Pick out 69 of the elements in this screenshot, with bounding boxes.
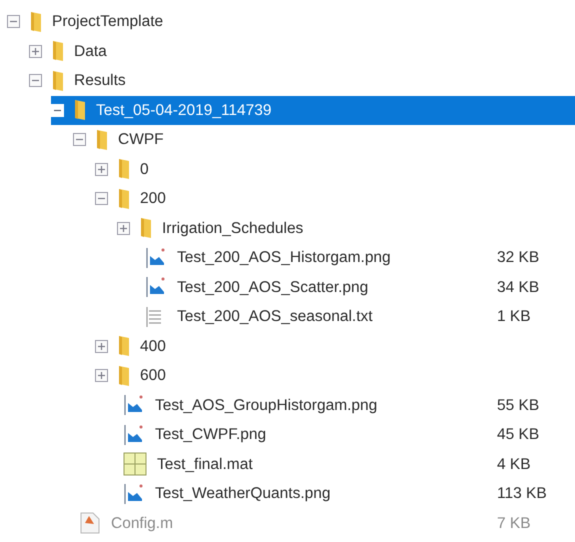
folder-icon: [74, 99, 86, 122]
tree-row[interactable]: Test_WeatherQuants.png 113 KB: [123, 479, 575, 508]
item-name: 600: [140, 366, 166, 386]
file-size: 34 KB: [497, 278, 540, 298]
item-name: ProjectTemplate: [52, 12, 164, 32]
item-name: 200: [140, 189, 166, 210]
item-name: Data: [74, 42, 107, 62]
tree-row[interactable]: Test_AOS_GroupHistorgam.png 55 KB: [123, 390, 575, 420]
tree-row[interactable]: Data: [29, 36, 575, 66]
item-name: 400: [140, 336, 166, 357]
tree-row[interactable]: 200: [95, 184, 575, 214]
image-file-icon: [123, 424, 145, 446]
folder-icon: [118, 158, 130, 180]
file-size: 45 KB: [497, 425, 540, 446]
folder-icon: [52, 40, 64, 62]
file-size: 113 KB: [497, 484, 548, 504]
folder-icon: [118, 364, 130, 387]
expand-icon[interactable]: [29, 44, 42, 58]
tree-row[interactable]: Test_200_AOS_Scatter.png 34 KB: [145, 272, 575, 302]
file-size: 32 KB: [497, 248, 540, 268]
item-name: Test_200_AOS_Historgam.png: [177, 248, 391, 268]
collapse-icon[interactable]: [73, 133, 86, 146]
file-size: 7 KB: [497, 514, 532, 534]
item-name: 0: [140, 160, 149, 180]
image-file-icon: [123, 482, 145, 505]
tree-row[interactable]: 400: [95, 332, 575, 361]
image-file-icon: [145, 246, 167, 269]
item-name: Test_WeatherQuants.png: [155, 484, 330, 504]
folder-icon: [140, 217, 152, 240]
item-name: Config.m: [111, 514, 174, 534]
collapse-icon[interactable]: [29, 74, 42, 88]
expand-icon[interactable]: [95, 162, 108, 176]
tree-row[interactable]: Test_200_AOS_Historgam.png 32 KB: [145, 243, 575, 272]
tree-row[interactable]: Test_final.mat 4 KB: [123, 450, 575, 479]
folder-icon: [96, 128, 108, 151]
collapse-icon[interactable]: [95, 192, 108, 206]
folder-icon: [118, 188, 130, 210]
tree-row[interactable]: Test_05-04-2019_114739: [51, 96, 575, 125]
image-file-icon: [145, 276, 167, 298]
file-size: 55 KB: [497, 396, 540, 416]
expand-icon[interactable]: [95, 340, 108, 353]
tree-row[interactable]: 0: [95, 154, 575, 184]
tree-row[interactable]: Results: [29, 66, 575, 96]
folder-icon: [52, 70, 64, 92]
item-name: Test_CWPF.png: [155, 425, 266, 446]
item-name: Test_200_AOS_Scatter.png: [177, 278, 368, 298]
image-file-icon: [123, 394, 145, 416]
collapse-icon[interactable]: [7, 15, 20, 28]
item-name: CWPF: [118, 130, 164, 150]
item-name: Test_AOS_GroupHistorgam.png: [155, 396, 378, 416]
tree-row[interactable]: Test_200_AOS_seasonal.txt 1 KB: [145, 302, 575, 332]
item-name: Test_05-04-2019_114739: [96, 100, 272, 121]
item-name: Test_200_AOS_seasonal.txt: [177, 307, 373, 328]
script-file-icon: [79, 511, 101, 536]
tree-row[interactable]: Test_CWPF.png 45 KB: [123, 420, 575, 450]
folder-icon: [118, 335, 130, 358]
file-size: 4 KB: [497, 454, 532, 475]
item-name: Results: [74, 71, 126, 92]
tree-row[interactable]: CWPF: [73, 125, 575, 154]
tree-row[interactable]: Irrigation_Schedules: [117, 214, 575, 243]
item-name: Test_final.mat: [157, 454, 253, 475]
file-size: 1 KB: [497, 307, 532, 328]
folder-icon: [30, 10, 42, 33]
tree-row[interactable]: ProjectTemplate: [7, 7, 575, 36]
tree-row[interactable]: 600: [95, 361, 575, 390]
expand-icon[interactable]: [95, 369, 108, 382]
grid-file-icon: [123, 452, 147, 476]
expand-icon[interactable]: [117, 222, 130, 235]
item-name: Irrigation_Schedules: [162, 218, 304, 239]
